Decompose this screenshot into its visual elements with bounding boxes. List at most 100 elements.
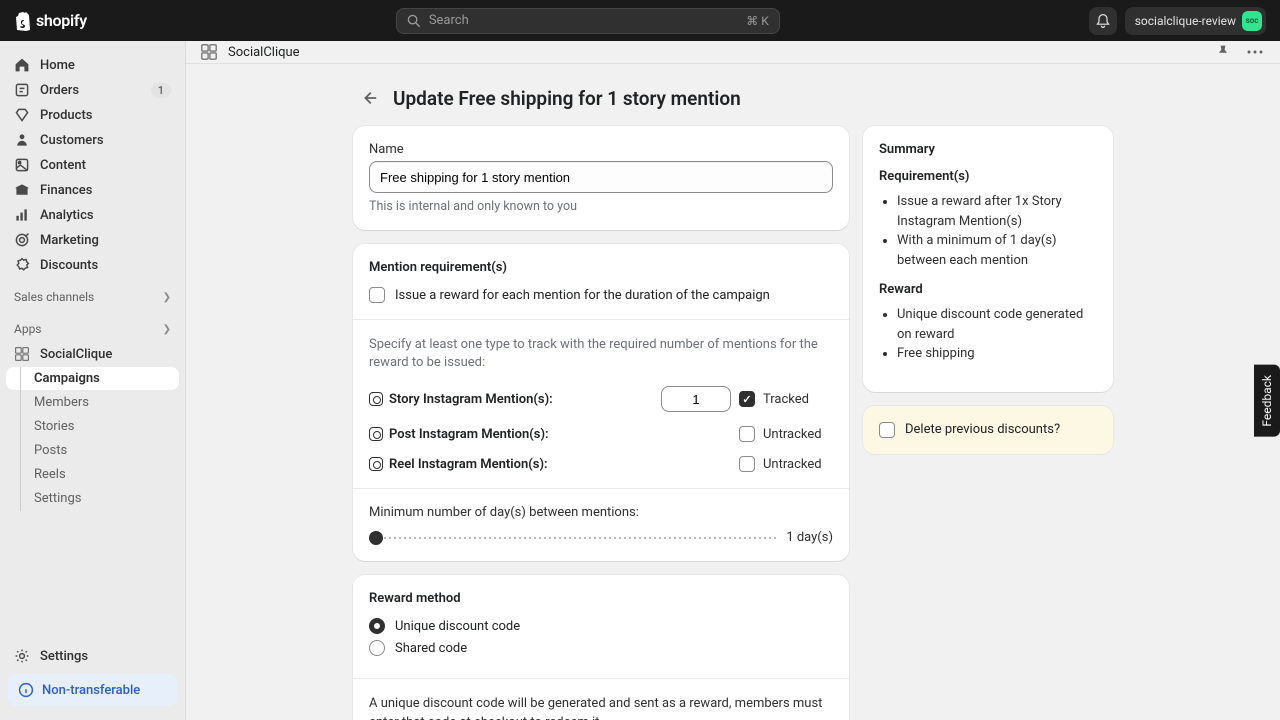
nav-app-socialclique[interactable]: SocialClique xyxy=(6,342,179,366)
name-input[interactable] xyxy=(369,161,833,193)
more-button[interactable] xyxy=(1244,41,1266,63)
story-tracked-label: Tracked xyxy=(763,392,809,407)
pin-button[interactable] xyxy=(1212,41,1234,63)
summary-reward-title: Reward xyxy=(879,282,1097,297)
store-avatar: soc xyxy=(1242,11,1262,31)
min-days-label: Minimum number of day(s) between mention… xyxy=(369,505,833,520)
chevron-right-icon: ❯ xyxy=(163,292,171,303)
nav-customers[interactable]: Customers xyxy=(6,128,179,152)
reward-method-title: Reward method xyxy=(369,591,833,606)
reel-tracked-checkbox[interactable] xyxy=(739,456,755,472)
analytics-icon xyxy=(14,207,30,223)
post-tracked-checkbox[interactable] xyxy=(739,426,755,442)
mention-row-post: Post Instagram Mention(s): Untracked xyxy=(369,426,833,442)
delete-previous-label: Delete previous discounts? xyxy=(905,422,1060,437)
mention-hint: Specify at least one type to track with … xyxy=(369,336,833,372)
info-icon xyxy=(18,682,34,698)
radio-shared-code[interactable] xyxy=(369,640,385,656)
products-icon xyxy=(14,107,30,123)
issue-each-label: Issue a reward for each mention for the … xyxy=(395,288,770,303)
post-tracked-label: Untracked xyxy=(763,427,822,442)
nav-section-apps[interactable]: Apps❯ xyxy=(6,316,179,342)
nav-marketing[interactable]: Marketing xyxy=(6,228,179,252)
store-switcher[interactable]: socialclique-review soc xyxy=(1125,7,1266,35)
pin-icon xyxy=(1215,44,1231,60)
arrow-left-icon xyxy=(360,89,378,107)
issue-each-checkbox[interactable] xyxy=(369,287,385,303)
reel-tracked-label: Untracked xyxy=(763,457,822,472)
nav-settings[interactable]: Settings xyxy=(6,644,179,668)
radio-unique-code[interactable] xyxy=(369,618,385,634)
radio-shared-label: Shared code xyxy=(395,641,467,656)
app-crumb-bar: SocialClique xyxy=(186,41,1280,64)
finances-icon xyxy=(14,182,30,198)
nav-sub-reels[interactable]: Reels xyxy=(6,463,179,486)
notifications-button[interactable] xyxy=(1089,7,1117,35)
shopify-logo[interactable]: shopify xyxy=(14,11,87,31)
page-title: Update Free shipping for 1 story mention xyxy=(393,87,741,110)
mention-row-reel: Reel Instagram Mention(s): Untracked xyxy=(369,456,833,472)
gear-icon xyxy=(14,648,30,664)
nav-orders[interactable]: Orders1 xyxy=(6,78,179,102)
back-button[interactable] xyxy=(357,86,381,110)
chevron-right-icon: ❯ xyxy=(163,324,171,335)
instagram-icon xyxy=(369,457,383,471)
logo-text: shopify xyxy=(36,11,87,30)
nav-section-channels[interactable]: Sales channels❯ xyxy=(6,284,179,310)
delete-previous-checkbox[interactable] xyxy=(879,422,895,438)
bell-icon xyxy=(1095,13,1111,29)
summary-reward-item: Unique discount code generated on reward xyxy=(897,305,1097,344)
min-days-value: 1 day(s) xyxy=(786,530,833,545)
nav-finances[interactable]: Finances xyxy=(6,178,179,202)
crumb-app-name: SocialClique xyxy=(228,45,300,60)
app-icon xyxy=(14,346,30,362)
story-count-input[interactable] xyxy=(661,386,731,412)
nav-sub-members[interactable]: Members xyxy=(6,391,179,414)
non-transferable-banner[interactable]: Non-transferable xyxy=(8,674,177,706)
customers-icon xyxy=(14,132,30,148)
instagram-icon xyxy=(369,427,383,441)
min-days-slider[interactable] xyxy=(369,537,776,539)
search-input[interactable]: Search ⌘ K xyxy=(396,8,780,34)
nav-sub-campaigns[interactable]: Campaigns xyxy=(6,367,179,390)
name-card: Name This is internal and only known to … xyxy=(353,126,849,230)
radio-unique-label: Unique discount code xyxy=(395,619,520,634)
search-placeholder: Search xyxy=(429,13,469,28)
nav-sub-stories[interactable]: Stories xyxy=(6,415,179,438)
summary-card: Summary Requirement(s) Issue a reward af… xyxy=(863,126,1113,392)
nav-sub-settings[interactable]: Settings xyxy=(6,487,179,510)
summary-reward-item: Free shipping xyxy=(897,344,1097,364)
story-tracked-checkbox[interactable] xyxy=(739,391,755,407)
name-help: This is internal and only known to you xyxy=(369,199,833,214)
summary-req-item: Issue a reward after 1x Story Instagram … xyxy=(897,192,1097,231)
discounts-icon xyxy=(14,257,30,273)
sidebar: Home Orders1 Products Customers Content … xyxy=(0,41,186,720)
mention-requirements-card: Mention requirement(s) Issue a reward fo… xyxy=(353,244,849,561)
nav-products[interactable]: Products xyxy=(6,103,179,127)
nav-home[interactable]: Home xyxy=(6,53,179,77)
topbar: shopify Search ⌘ K socialclique-review s… xyxy=(0,0,1280,41)
nav-sub-posts[interactable]: Posts xyxy=(6,439,179,462)
summary-title: Summary xyxy=(879,142,1097,157)
orders-badge: 1 xyxy=(151,83,171,98)
main-area: SocialClique Update Free shipping for 1 … xyxy=(186,41,1280,720)
name-label: Name xyxy=(369,142,833,157)
nav-discounts[interactable]: Discounts xyxy=(6,253,179,277)
app-icon xyxy=(200,43,218,61)
content-icon xyxy=(14,157,30,173)
search-shortcut: ⌘ K xyxy=(746,14,769,28)
delete-previous-card: Delete previous discounts? xyxy=(863,406,1113,454)
home-icon xyxy=(14,57,30,73)
more-icon xyxy=(1247,50,1263,54)
mention-row-story: Story Instagram Mention(s): Tracked xyxy=(369,386,833,412)
slider-thumb[interactable] xyxy=(369,531,383,545)
reward-desc: A unique discount code will be generated… xyxy=(369,695,833,720)
feedback-tab[interactable]: Feedback xyxy=(1254,365,1280,437)
orders-icon xyxy=(14,82,30,98)
nav-content[interactable]: Content xyxy=(6,153,179,177)
mention-req-title: Mention requirement(s) xyxy=(369,260,833,275)
summary-req-item: With a minimum of 1 day(s) between each … xyxy=(897,231,1097,270)
instagram-icon xyxy=(369,392,383,406)
nav-analytics[interactable]: Analytics xyxy=(6,203,179,227)
summary-req-title: Requirement(s) xyxy=(879,169,1097,184)
